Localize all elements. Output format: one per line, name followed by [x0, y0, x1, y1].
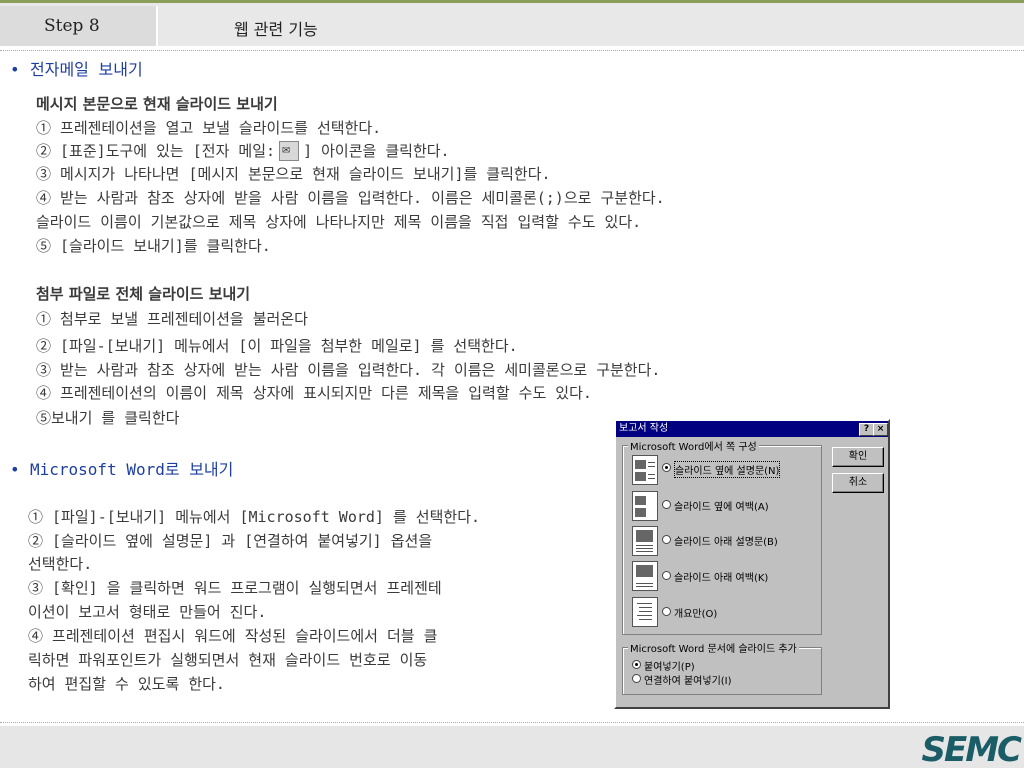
- divider-bottom: [0, 722, 1024, 723]
- option-blank-below-radio[interactable]: [662, 571, 671, 580]
- sec2-line-7: 릭하면 파워포인트가 실행되면서 현재 슬라이드 번호로 이동: [28, 651, 428, 669]
- option-blank-below[interactable]: 슬라이드 아래 여백(K): [674, 569, 768, 584]
- sub1-line-4: ④ 받는 사람과 참조 상자에 받을 사람 이름을 입력한다. 이름은 세미콜론…: [36, 189, 665, 207]
- paste-radio[interactable]: [632, 660, 641, 669]
- step-label: Step 8: [44, 16, 100, 36]
- mail-icon: [279, 140, 300, 161]
- divider-top: [0, 50, 1024, 51]
- sec2-line-8: 하여 편집할 수 있도록 한다.: [28, 675, 225, 693]
- semc-logo: SEMC: [921, 730, 1022, 770]
- sec2-line-6: ④ 프레젠테이션 편집시 워드에 작성된 슬라이드에서 더블 클: [28, 627, 438, 645]
- footer-bar: SEMC: [0, 726, 1024, 770]
- sub2-line-2: ② [파일-[보내기] 메뉴에서 [이 파일을 첨부한 메일로] 를 선택한다.: [36, 337, 518, 355]
- option-blank-beside-radio[interactable]: [662, 500, 671, 509]
- section2-heading: Microsoft Word로 보내기: [30, 460, 234, 479]
- layout-group-label: Microsoft Word에서 쪽 구성: [628, 438, 759, 453]
- sub1-line-2: ② [표준]도구에 있는 [전자 메일: ] 아이콘을 클릭한다.: [36, 140, 450, 162]
- ok-button[interactable]: 확인: [832, 447, 884, 467]
- paste-link-option[interactable]: 연결하여 붙여넣기(I): [644, 672, 732, 687]
- layout-notes-beside-icon: [632, 455, 658, 485]
- layout-notes-below-icon: [632, 526, 658, 556]
- sub2-line-3: ③ 받는 사람과 참조 상자에 받는 사람 이름을 입력한다. 각 이름은 세미…: [36, 361, 661, 379]
- sec2-line-3: 선택한다.: [28, 555, 93, 573]
- header-bar: Step 8 웹 관련 기능: [0, 0, 1024, 46]
- option-notes-beside-radio[interactable]: [662, 463, 671, 472]
- step-box: Step 8: [0, 6, 158, 46]
- paste-group-label: Microsoft Word 문서에 슬라이드 추가: [628, 640, 799, 655]
- sub1-line-6: ⑤ [슬라이드 보내기]를 클릭한다.: [36, 237, 271, 255]
- layout-blank-below-icon: [632, 561, 658, 591]
- sub2-title: 첨부 파일로 전체 슬라이드 보내기: [36, 285, 251, 303]
- option-notes-below-radio[interactable]: [662, 535, 671, 544]
- section1-heading: 전자메일 보내기: [30, 60, 143, 79]
- sub2-line-4: ④ 프레젠테이션의 이름이 제목 상자에 표시되지만 다른 제목을 입력할 수도…: [36, 384, 592, 402]
- cancel-button[interactable]: 취소: [832, 473, 884, 493]
- sub1-line-2b: ] 아이콘을 클릭한다.: [303, 142, 450, 160]
- sec2-line-5: 이션이 보고서 형태로 만들어 진다.: [28, 603, 267, 621]
- sec2-line-2: ② [슬라이드 옆에 설명문] 과 [연결하여 붙여넣기] 옵션을: [28, 532, 433, 550]
- sec2-line-4: ③ [확인] 을 클릭하면 워드 프로그램이 실행되면서 프레젠테: [28, 579, 442, 597]
- close-button[interactable]: ×: [873, 423, 888, 436]
- sub2-line-1: ① 첨부로 보낼 프레젠테이션을 불러온다: [36, 310, 308, 328]
- dialog-title: 보고서 작성: [616, 421, 888, 437]
- report-dialog: 보고서 작성 ? × Microsoft Word에서 쪽 구성 슬라이드 옆에…: [614, 419, 890, 709]
- option-outline[interactable]: 개요만(O): [674, 605, 717, 620]
- sub1-line-1: ① 프레젠테이션을 열고 보낼 슬라이드를 선택한다.: [36, 119, 382, 137]
- sub1-line-2a: ② [표준]도구에 있는 [전자 메일:: [36, 142, 276, 160]
- help-button[interactable]: ?: [859, 423, 874, 436]
- option-notes-below[interactable]: 슬라이드 아래 설명문(B): [674, 533, 778, 548]
- sub1-line-5: 슬라이드 이름이 기본값으로 제목 상자에 나타나지만 제목 이름을 직접 입력…: [36, 213, 642, 231]
- sub1-title: 메시지 본문으로 현재 슬라이드 보내기: [36, 95, 278, 113]
- page-title: 웹 관련 기능: [234, 20, 318, 39]
- section2-bullet: •: [10, 460, 20, 479]
- option-blank-beside[interactable]: 슬라이드 옆에 여백(A): [674, 498, 769, 513]
- option-outline-radio[interactable]: [662, 607, 671, 616]
- paste-link-radio[interactable]: [632, 674, 641, 683]
- sub2-line-5: ⑤보내기 를 클릭한다: [36, 409, 180, 427]
- layout-outline-icon: [632, 597, 658, 627]
- paste-option[interactable]: 붙여넣기(P): [644, 658, 695, 673]
- layout-blank-beside-icon: [632, 491, 658, 521]
- option-notes-beside[interactable]: 슬라이드 옆에 설명문(N): [674, 461, 781, 478]
- sec2-line-1: ① [파일]-[보내기] 메뉴에서 [Microsoft Word] 를 선택한…: [28, 508, 481, 526]
- section1-bullet: •: [10, 60, 20, 79]
- sub1-line-3: ③ 메시지가 나타나면 [메시지 본문으로 현재 슬라이드 보내기]를 클릭한다…: [36, 165, 551, 183]
